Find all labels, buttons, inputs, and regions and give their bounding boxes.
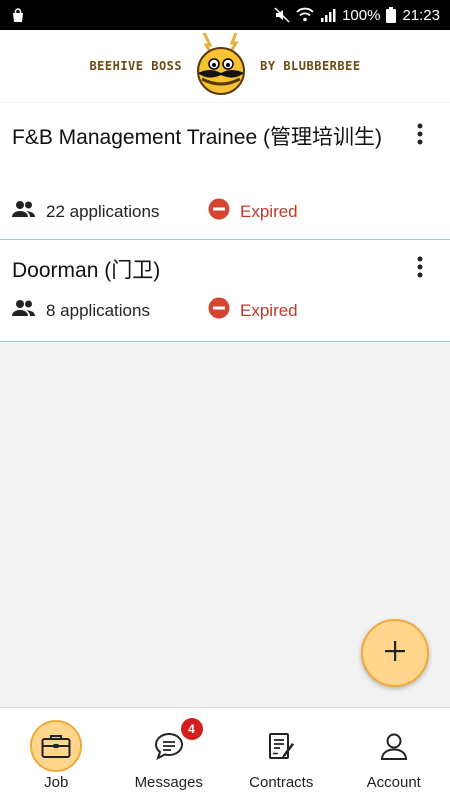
people-icon <box>12 299 36 322</box>
applications-count: 22 applications <box>12 200 208 223</box>
status-text: Expired <box>240 300 298 320</box>
nav-item-account[interactable]: Account <box>338 708 450 800</box>
expired-icon <box>208 198 230 225</box>
bee-mascot-icon <box>190 31 252 102</box>
more-options-button[interactable] <box>408 256 432 283</box>
messages-badge: 4 <box>180 718 203 740</box>
clock: 21:23 <box>402 6 440 24</box>
applications-count: 8 applications <box>12 299 208 322</box>
job-card[interactable]: F&B Management Trainee (管理培训生) 22 applic… <box>0 103 450 240</box>
wifi-icon <box>296 7 314 23</box>
signal-icon <box>320 7 336 23</box>
nav-item-job[interactable]: Job <box>0 708 113 800</box>
add-job-button[interactable] <box>361 619 429 687</box>
job-status: Expired <box>208 198 298 225</box>
job-title: Doorman (门卫) <box>12 259 161 282</box>
battery-level: 100% <box>342 6 381 24</box>
applications-text: 8 applications <box>46 300 150 320</box>
people-icon <box>12 200 36 223</box>
job-card[interactable]: Doorman (门卫) 8 applications Expired <box>0 240 450 342</box>
nav-label-job: Job <box>44 774 69 791</box>
user-icon <box>368 720 420 772</box>
job-status: Expired <box>208 297 298 324</box>
shopping-bag-icon <box>10 7 26 23</box>
job-meta: 22 applications Expired <box>12 198 298 225</box>
nav-label-messages: Messages <box>134 774 203 791</box>
applications-text: 22 applications <box>46 201 160 221</box>
more-vert-icon <box>417 123 423 150</box>
nav-label-contracts: Contracts <box>249 774 314 791</box>
nav-item-contracts[interactable]: Contracts <box>225 708 338 800</box>
mute-icon <box>274 7 290 23</box>
status-text: Expired <box>240 201 298 221</box>
more-vert-icon <box>417 256 423 283</box>
nav-label-account: Account <box>366 774 421 791</box>
bottom-navigation: Job 4 Messages Contracts Account <box>0 707 450 800</box>
expired-icon <box>208 297 230 324</box>
job-title: F&B Management Trainee (管理培训生) <box>12 126 382 149</box>
nav-item-messages[interactable]: 4 Messages <box>113 708 226 800</box>
job-meta: 8 applications Expired <box>12 297 298 324</box>
contract-icon <box>255 720 307 772</box>
brand-right-text: BY BLUBBERBEE <box>260 59 361 73</box>
briefcase-icon <box>30 720 83 772</box>
more-options-button[interactable] <box>408 123 432 150</box>
brand-logo: BEEHIVE BOSS BY BLUBBERBEE <box>89 31 360 102</box>
battery-icon <box>386 7 397 23</box>
brand-left-text: BEEHIVE BOSS <box>89 59 183 73</box>
plus-icon <box>384 640 406 667</box>
job-list: F&B Management Trainee (管理培训生) 22 applic… <box>0 103 450 342</box>
status-bar: 100% 21:23 <box>0 0 450 30</box>
app-header: BEEHIVE BOSS BY BLUBBERBEE <box>0 30 450 102</box>
